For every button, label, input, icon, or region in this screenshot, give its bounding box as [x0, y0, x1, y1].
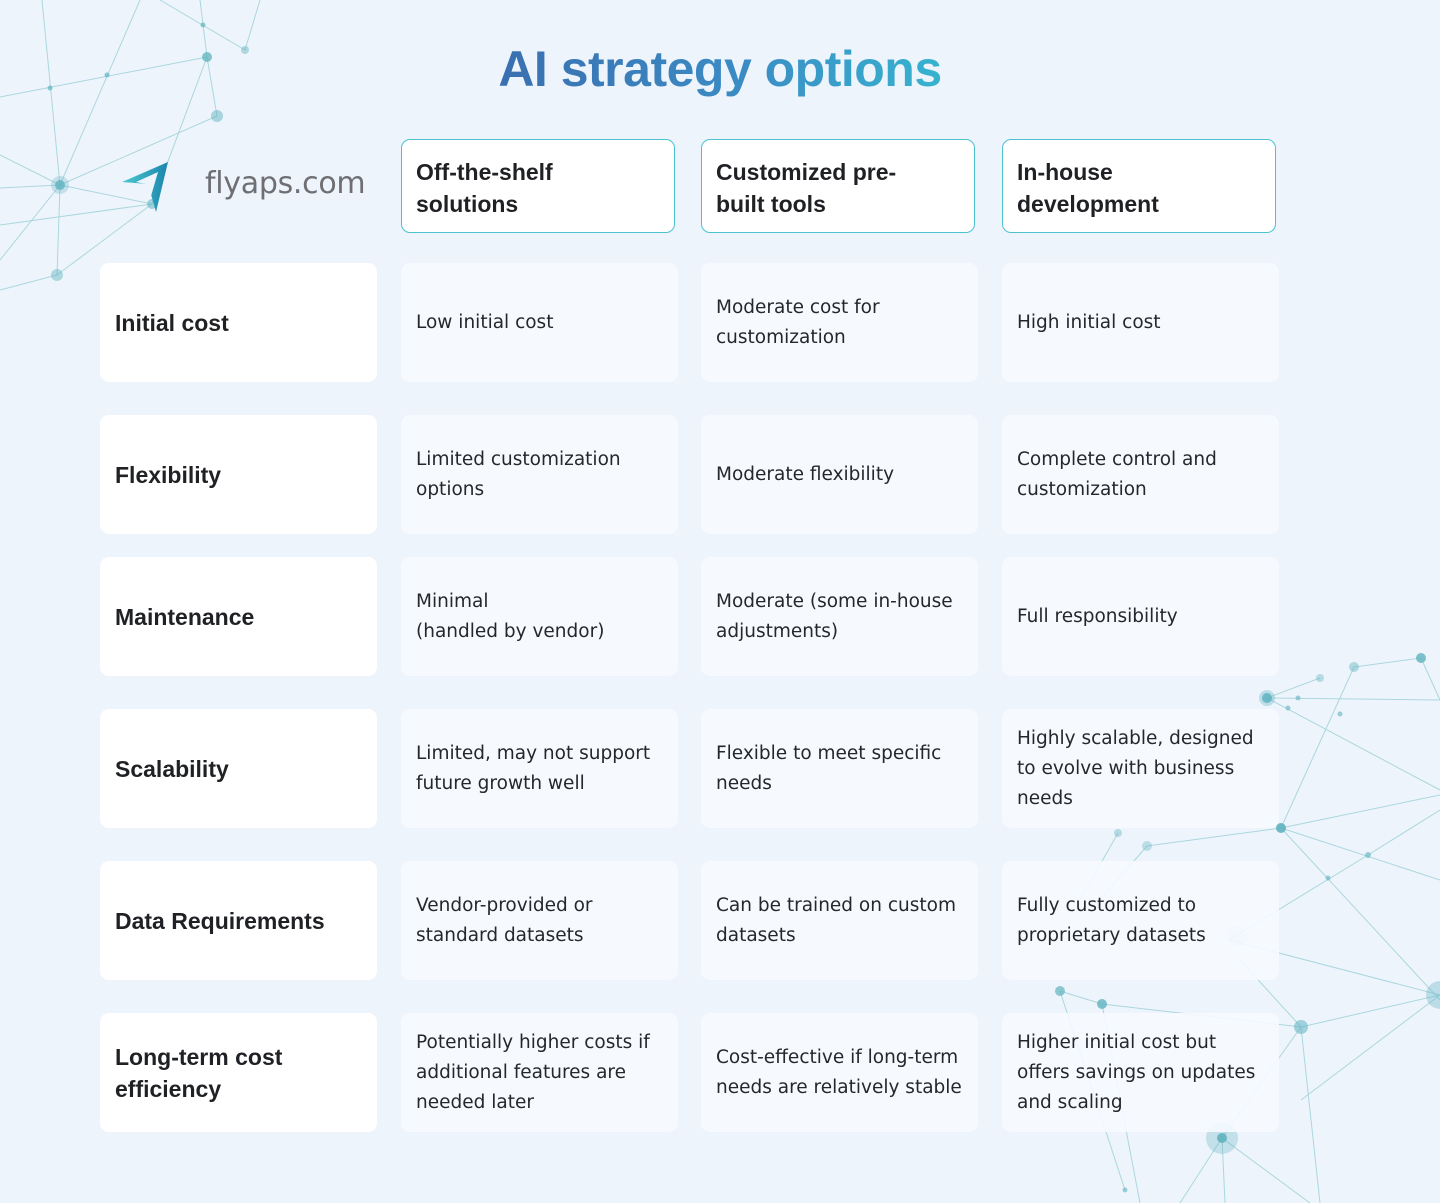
cell-text: Moderate flexibility [716, 463, 895, 485]
page-title: AI strategy options [0, 40, 1440, 98]
table-cell: Potentially higher costs if additional f… [401, 1013, 678, 1132]
cell-text: Limited customization options [416, 448, 621, 500]
row-header-data-requirements: Data Requirements [100, 861, 377, 980]
cell-text: Low initial cost [416, 311, 554, 333]
row-header-maintenance: Maintenance [100, 557, 377, 676]
cell-text: Vendor-provided or standard datasets [416, 894, 593, 946]
table-cell: Limited customization options [401, 415, 678, 534]
table-cell: Moderate cost for customization [701, 263, 978, 382]
table-cell: Can be trained on custom datasets [701, 861, 978, 980]
page-title-text: AI strategy options [498, 41, 942, 97]
column-header-in-house: In-house development [1002, 139, 1276, 233]
table-cell: Fully customized to proprietary datasets [1002, 861, 1279, 980]
cell-text: Complete control and customization [1017, 448, 1217, 500]
cell-text: Full responsibility [1017, 605, 1178, 627]
cell-text: Can be trained on custom datasets [716, 894, 956, 946]
row-label: Scalability [115, 755, 229, 782]
table-cell: Highly scalable, designed to evolve with… [1002, 709, 1279, 828]
cell-text: Moderate cost for customization [716, 296, 880, 348]
table-cell: Minimal (handled by vendor) [401, 557, 678, 676]
paper-plane-arrow-icon [122, 162, 168, 212]
table-cell: Full responsibility [1002, 557, 1279, 676]
row-header-long-term-cost-efficiency: Long-term cost efficiency [100, 1013, 377, 1132]
row-label: Flexibility [115, 461, 222, 488]
cell-text: Minimal (handled by vendor) [416, 590, 605, 642]
row-label: Initial cost [115, 309, 229, 336]
cell-text: Limited, may not support future growth w… [416, 742, 651, 794]
row-label: Long-term cost efficiency [115, 1043, 283, 1102]
table-cell: Low initial cost [401, 263, 678, 382]
table-cell: Higher initial cost but offers savings o… [1002, 1013, 1279, 1132]
table-cell: Limited, may not support future growth w… [401, 709, 678, 828]
cell-text: High initial cost [1017, 311, 1161, 333]
table-cell: Cost-effective if long-term needs are re… [701, 1013, 978, 1132]
row-header-scalability: Scalability [100, 709, 377, 828]
cell-text: Moderate (some in-house adjustments) [716, 590, 953, 642]
table-cell: High initial cost [1002, 263, 1279, 382]
table-cell: Moderate flexibility [701, 415, 978, 534]
row-label: Data Requirements [115, 907, 325, 934]
cell-text: Flexible to meet specific needs [716, 742, 942, 794]
cell-text: Cost-effective if long-term needs are re… [716, 1046, 962, 1098]
column-header-customized-pre-built: Customized pre- built tools [701, 139, 975, 233]
table-cell: Flexible to meet specific needs [701, 709, 978, 828]
row-label: Maintenance [115, 603, 255, 630]
column-header-off-the-shelf: Off-the-shelf solutions [401, 139, 675, 233]
cell-text: Fully customized to proprietary datasets [1017, 894, 1206, 946]
cell-text: Higher initial cost but offers savings o… [1017, 1031, 1256, 1113]
cell-text: Highly scalable, designed to evolve with… [1017, 727, 1254, 809]
cell-text: Potentially higher costs if additional f… [416, 1031, 650, 1113]
table-cell: Vendor-provided or standard datasets [401, 861, 678, 980]
table-cell: Complete control and customization [1002, 415, 1279, 534]
brand-name: flyaps.com [205, 166, 366, 201]
row-header-flexibility: Flexibility [100, 415, 377, 534]
row-header-initial-cost: Initial cost [100, 263, 377, 382]
table-cell: Moderate (some in-house adjustments) [701, 557, 978, 676]
